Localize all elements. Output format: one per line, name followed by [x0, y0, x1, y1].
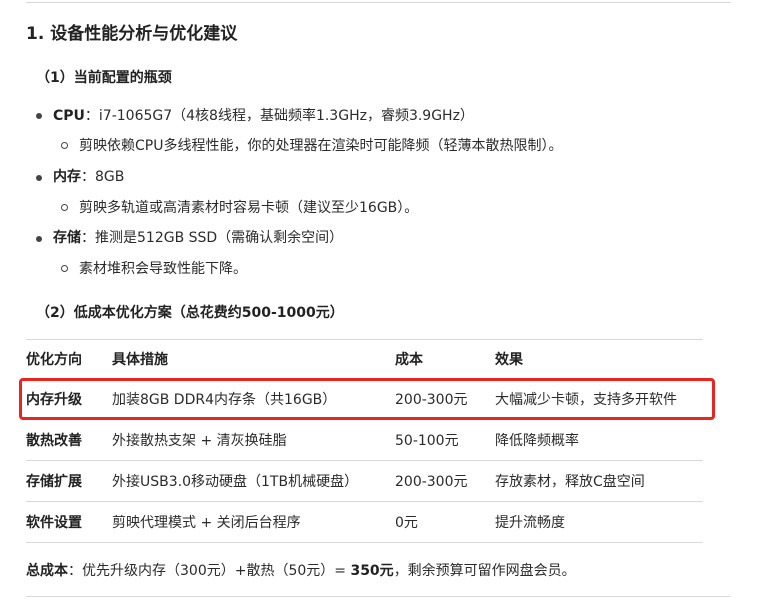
cell-measures: 外接散热支架 + 清灰换硅脂 — [112, 433, 287, 449]
cell-measures: 剪映代理模式 + 关闭后台程序 — [112, 515, 301, 531]
header-measures: 具体措施 — [112, 352, 168, 368]
sub-bullet-circle — [61, 265, 68, 272]
item-text: i7-1065G7（4核8线程，基础频率1.3GHz，睿频3.9GHz） — [98, 108, 474, 124]
total-amount: 350元 — [350, 563, 394, 579]
item-separator: ： — [81, 230, 95, 246]
cell-direction: 软件设置 — [26, 515, 82, 531]
cell-cost: 50-100元 — [395, 433, 459, 449]
list-item-memory: 内存：8GB — [53, 168, 124, 186]
sub-item-storage: 素材堆积会导致性能下降。 — [79, 261, 247, 277]
bullet-dot — [36, 113, 42, 119]
bullet-dot — [36, 175, 42, 181]
total-tail: ，剩余预算可留作网盘会员。 — [393, 563, 576, 579]
top-divider — [26, 2, 731, 3]
header-direction: 优化方向 — [26, 352, 82, 368]
sub-item-cpu: 剪映依赖CPU多线程性能，你的处理器在渲染时可能降频（轻薄本散热限制）。 — [79, 138, 563, 154]
item-text: 推测是512GB SSD（需确认剩余空间） — [95, 230, 344, 246]
cell-effect: 存放素材，释放C盘空间 — [495, 474, 645, 490]
section-heading: 1. 设备性能分析与优化建议 — [26, 24, 238, 44]
table-row: 散热改善 外接散热支架 + 清灰换硅脂 50-100元 降低降频概率 — [26, 420, 703, 461]
header-cost: 成本 — [395, 352, 423, 368]
total-text: ：优先升级内存（300元）+散热（50元）= — [68, 563, 351, 579]
subheading-bottlenecks: （1）当前配置的瓶颈 — [36, 70, 172, 86]
item-label: 内存 — [53, 169, 81, 185]
bullet-dot — [36, 236, 42, 242]
sub-bullet-circle — [61, 142, 68, 149]
cell-direction: 散热改善 — [26, 433, 82, 449]
total-label: 总成本 — [26, 563, 68, 579]
cell-effect: 降低降频概率 — [495, 433, 579, 449]
cell-cost: 200-300元 — [395, 474, 468, 490]
bottom-divider — [26, 596, 731, 597]
item-separator: ： — [81, 169, 95, 185]
item-label: 存储 — [53, 230, 81, 246]
table-row: 软件设置 剪映代理模式 + 关闭后台程序 0元 提升流畅度 — [26, 502, 703, 543]
total-cost-line: 总成本：优先升级内存（300元）+散热（50元）= 350元，剩余预算可留作网盘… — [26, 560, 576, 580]
sub-bullet-circle — [61, 204, 68, 211]
table-row: 存储扩展 外接USB3.0移动硬盘（1TB机械硬盘） 200-300元 存放素材… — [26, 461, 703, 502]
subheading-optimization: （2）低成本优化方案（总花费约500-1000元） — [36, 305, 344, 321]
list-item-cpu: CPU：i7-1065G7（4核8线程，基础频率1.3GHz，睿频3.9GHz） — [53, 107, 474, 125]
highlight-box-memory-row — [19, 378, 715, 420]
cell-direction: 存储扩展 — [26, 474, 82, 490]
cell-cost: 0元 — [395, 515, 418, 531]
item-separator: ： — [84, 108, 99, 124]
item-label: CPU — [53, 108, 85, 124]
header-effect: 效果 — [495, 352, 523, 368]
list-item-storage: 存储：推测是512GB SSD（需确认剩余空间） — [53, 229, 343, 247]
item-text: 8GB — [95, 169, 125, 185]
cell-effect: 提升流畅度 — [495, 515, 565, 531]
sub-item-memory: 剪映多轨道或高清素材时容易卡顿（建议至少16GB）。 — [79, 200, 419, 216]
cell-measures: 外接USB3.0移动硬盘（1TB机械硬盘） — [112, 474, 359, 490]
table-header-row: 优化方向 具体措施 成本 效果 — [26, 339, 703, 379]
optimization-table: 优化方向 具体措施 成本 效果 内存升级 加装8GB DDR4内存条（共16GB… — [26, 339, 703, 543]
